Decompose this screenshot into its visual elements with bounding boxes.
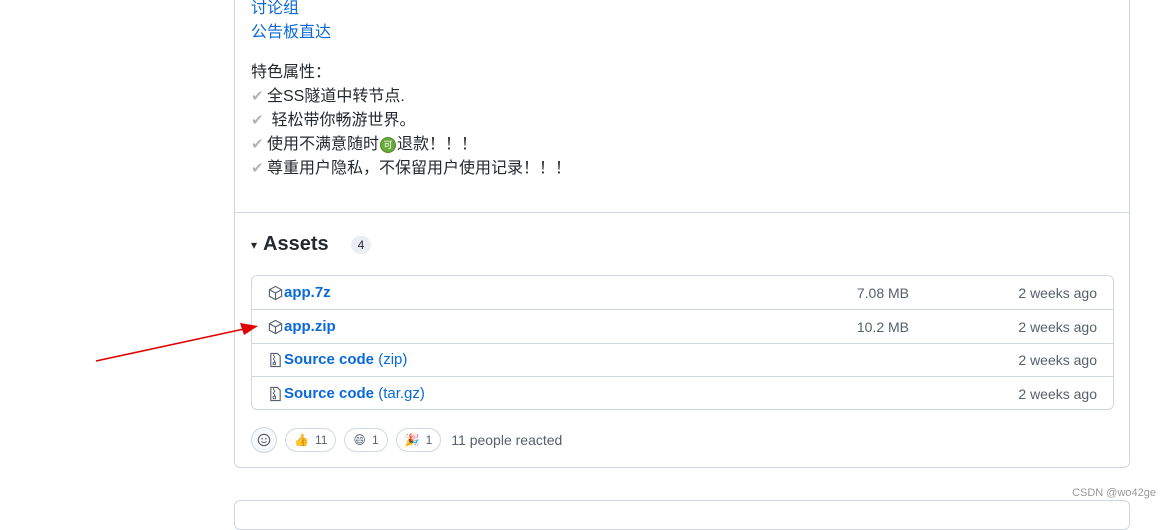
- watermark: CSDN @wo42ge: [1072, 487, 1156, 499]
- annotation-arrow-icon: [95, 323, 258, 362]
